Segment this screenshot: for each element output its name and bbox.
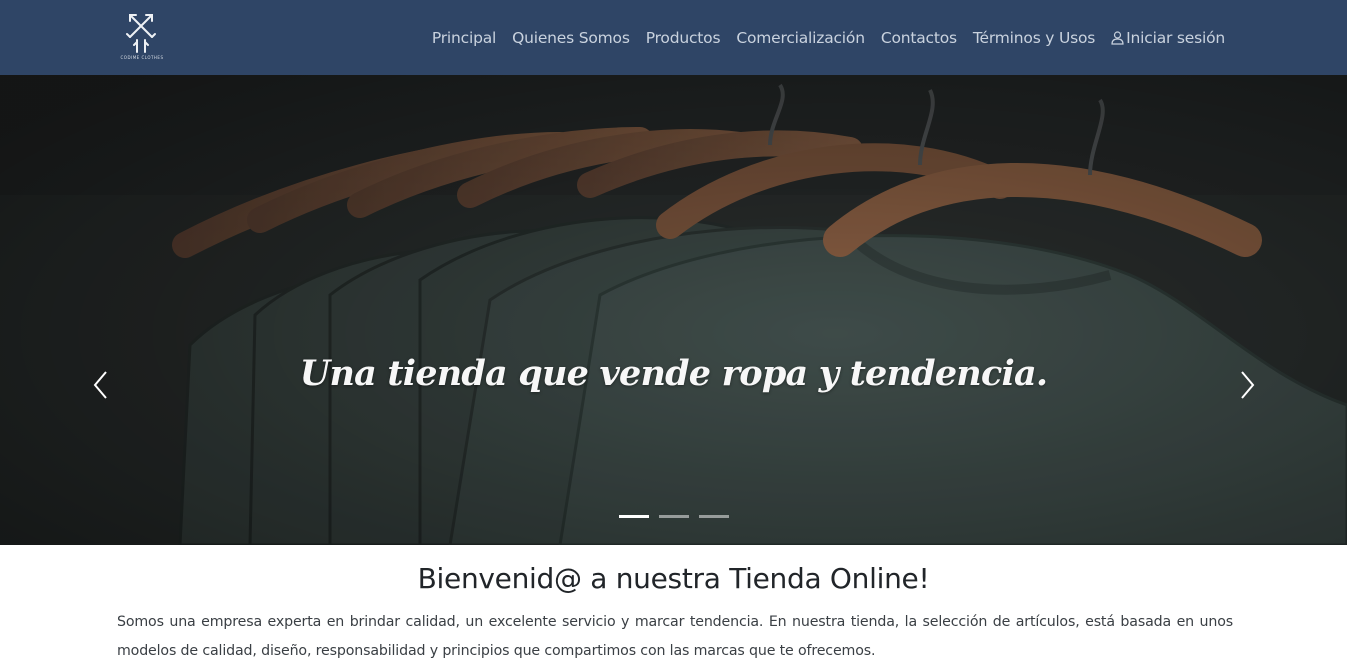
carousel-next-button[interactable]	[1227, 365, 1267, 405]
crossed-arrows-logo-icon	[126, 14, 156, 53]
nav-link-contactos[interactable]: Contactos	[881, 29, 957, 47]
welcome-text: Somos una empresa experta en brindar cal…	[117, 614, 1233, 659]
nav-link-quienes-somos[interactable]: Quienes Somos	[512, 29, 630, 47]
hero-carousel: Una tienda que vende ropa y tendencia.	[0, 75, 1347, 545]
carousel-prev-button[interactable]	[81, 365, 121, 405]
login-label: Iniciar sesión	[1126, 29, 1225, 47]
chevron-right-icon	[1241, 371, 1255, 399]
carousel-indicator-3[interactable]	[699, 515, 729, 518]
carousel-indicators	[619, 515, 729, 518]
navbar: CODIME CLOTHES Principal Quienes Somos P…	[0, 0, 1347, 75]
nav-link-terminos-y-usos[interactable]: Términos y Usos	[973, 29, 1095, 47]
chevron-left-icon	[93, 371, 107, 399]
nav-link-productos[interactable]: Productos	[646, 29, 721, 47]
user-icon	[1111, 31, 1124, 45]
carousel-indicator-2[interactable]	[659, 515, 689, 518]
nav-menu: Principal Quienes Somos Productos Comerc…	[432, 26, 1225, 50]
brand-logo-text: CODIME CLOTHES	[120, 55, 164, 60]
nav-link-comercializacion[interactable]: Comercialización	[736, 29, 865, 47]
hero-background-image	[0, 75, 1347, 545]
carousel-caption: Una tienda que vende ropa y tendencia.	[299, 353, 1048, 394]
brand-logo[interactable]: CODIME CLOTHES	[114, 10, 170, 64]
welcome-title: Bienvenid@ a nuestra Tienda Online!	[417, 562, 930, 595]
carousel-indicator-1[interactable]	[619, 515, 649, 518]
nav-link-principal[interactable]: Principal	[432, 29, 496, 47]
login-link[interactable]: Iniciar sesión	[1111, 29, 1225, 47]
